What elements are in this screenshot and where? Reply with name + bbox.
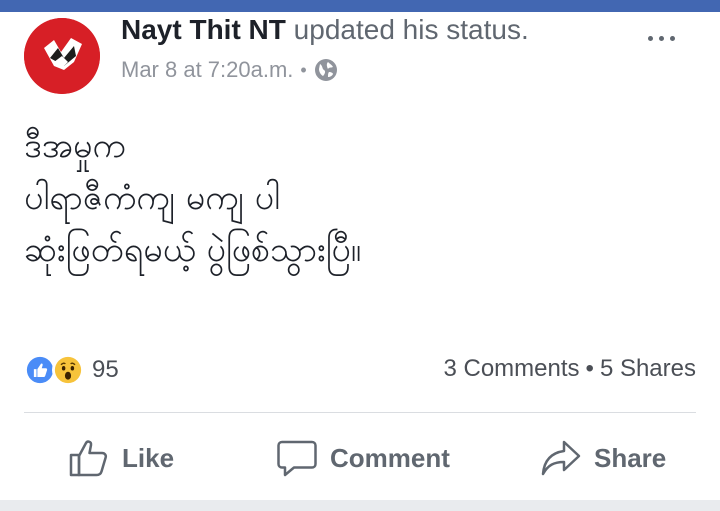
post-header: Nayt Thit NT updated his status. Mar 8 a… <box>0 12 720 94</box>
comments-count-link[interactable]: 3 Comments <box>443 355 579 382</box>
meta-separator: • <box>300 59 307 80</box>
like-label: Like <box>122 442 175 473</box>
post-title-line: Nayt Thit NT updated his status. <box>121 14 529 46</box>
more-options-icon[interactable] <box>648 36 675 41</box>
wow-reaction-icon <box>52 354 84 386</box>
shares-count-link[interactable]: 5 Shares <box>600 355 696 382</box>
like-button[interactable]: Like <box>68 430 174 486</box>
page-logo-icon <box>24 18 100 94</box>
reaction-count: 95 <box>92 356 119 383</box>
feed-separator <box>0 500 720 511</box>
post-meta: Mar 8 at 7:20a.m. • <box>121 57 338 83</box>
stats-separator: • <box>585 355 594 382</box>
comment-button[interactable]: Comment <box>276 430 450 486</box>
avatar[interactable] <box>24 18 100 94</box>
share-label: Share <box>594 442 667 473</box>
author-name[interactable]: Nayt Thit NT <box>121 14 286 45</box>
post-body: ဒီအမှုက ပါရာဇီကံကျ မကျ ပါ ဆုံးဖြတ်ရမယ့် … <box>24 120 684 276</box>
share-button[interactable]: Share <box>540 430 666 486</box>
thumbs-up-icon <box>69 440 108 477</box>
reactions-summary[interactable]: 95 <box>24 352 119 388</box>
post-text-line-1: ဒီအမှုက <box>24 126 126 166</box>
post-text-line-2: ပါရာဇီကံကျ မကျ ပါ <box>24 178 280 218</box>
comment-label: Comment <box>330 442 450 473</box>
globe-icon[interactable] <box>314 58 338 82</box>
share-arrow-icon <box>541 440 581 476</box>
post-text-line-3: ဆုံးဖြတ်ရမယ့် ပွဲဖြစ်သွားပြီ။ <box>24 230 362 270</box>
comment-bubble-icon <box>277 440 317 477</box>
post-timestamp[interactable]: Mar 8 at 7:20a.m. <box>121 57 293 83</box>
divider <box>24 412 696 413</box>
top-app-bar-strip <box>0 0 720 12</box>
engagement-stats: 3 Comments • 5 Shares <box>443 355 696 383</box>
post-action-bar: Like Comment Share <box>0 430 720 486</box>
post-action-text: updated his status. <box>293 14 529 45</box>
